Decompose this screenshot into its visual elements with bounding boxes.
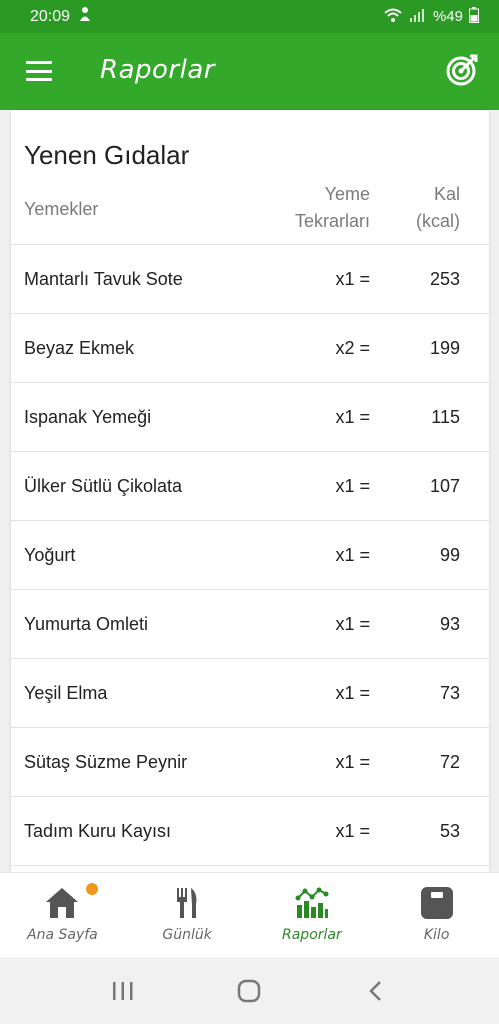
food-calories: 99 xyxy=(439,545,460,565)
column-header-repetitions: Yeme Tekrarları xyxy=(295,181,370,235)
signal-icon xyxy=(409,7,427,27)
food-calories: 73 xyxy=(439,683,460,703)
nav-daily[interactable]: Günlük xyxy=(125,873,250,957)
nav-daily-label: Günlük xyxy=(162,927,212,943)
column-header-calories: Kal (kcal) xyxy=(416,181,460,235)
goal-target-button[interactable] xyxy=(445,53,479,87)
food-repetition: x1 = xyxy=(335,545,370,565)
food-row[interactable]: Ülker Sütlü Çikolata x1 = 107 xyxy=(11,452,489,521)
food-repetition: x1 = xyxy=(335,752,370,772)
menu-icon-line xyxy=(26,69,52,73)
status-bar: 20:09 %49 xyxy=(0,0,499,33)
battery-icon xyxy=(469,6,479,27)
chart-icon xyxy=(295,887,329,918)
menu-icon-line xyxy=(26,61,52,64)
nav-weight-label: Kilo xyxy=(423,927,450,943)
bottom-navigation: Ana Sayfa Günlük Raporlar Kilo xyxy=(0,872,499,957)
app-bar: Raporlar xyxy=(0,33,499,110)
nav-weight[interactable]: Kilo xyxy=(374,873,499,957)
column-header-repetitions-line1: Yeme xyxy=(324,184,370,204)
page-title: Raporlar xyxy=(100,55,215,85)
home-icon xyxy=(46,888,79,918)
food-row[interactable]: Yumurta Omleti x1 = 93 xyxy=(11,590,489,659)
food-repetition: x1 = xyxy=(335,821,370,841)
eaten-foods-card: Yenen Gıdalar Yemekler Yeme Tekrarları K… xyxy=(11,110,489,872)
notification-icon xyxy=(78,6,92,27)
food-repetition: x1 = xyxy=(335,683,370,703)
home-button[interactable] xyxy=(229,971,269,1011)
food-repetition: x1 = xyxy=(335,614,370,634)
column-header-calories-line1: Kal xyxy=(433,184,460,204)
food-calories: 115 xyxy=(431,407,460,427)
food-name: Ispanak Yemeği xyxy=(24,407,152,427)
card-title: Yenen Gıdalar xyxy=(24,140,190,170)
cutlery-icon xyxy=(177,888,197,918)
food-row[interactable]: Sütaş Süzme Peynir x1 = 72 xyxy=(11,728,489,797)
scale-icon xyxy=(420,887,453,919)
food-repetition: x1 = xyxy=(335,269,370,289)
column-header-calories-line2: (kcal) xyxy=(416,211,460,231)
food-repetition: x2 = xyxy=(335,338,370,358)
food-repetition: x1 = xyxy=(335,407,370,427)
menu-button[interactable] xyxy=(26,61,52,81)
food-row[interactable]: Yoğurt x1 = 99 xyxy=(11,521,489,590)
column-header-foods: Yemekler xyxy=(24,199,99,219)
food-row[interactable]: Yeşil Elma x1 = 73 xyxy=(11,659,489,728)
food-name: Tadım Kuru Kayısı xyxy=(24,821,172,841)
food-row[interactable]: Ispanak Yemeği x1 = 115 xyxy=(11,383,489,452)
nav-home-label: Ana Sayfa xyxy=(27,927,98,943)
nav-home[interactable]: Ana Sayfa xyxy=(0,873,125,957)
food-name: Yeşil Elma xyxy=(24,683,108,703)
food-calories: 107 xyxy=(429,476,460,496)
wifi-icon xyxy=(383,7,403,27)
food-row[interactable]: Tadım Kuru Kayısı x1 = 53 xyxy=(11,797,489,866)
recent-apps-button[interactable] xyxy=(103,971,143,1011)
food-name: Yumurta Omleti xyxy=(24,614,149,634)
food-name: Yoğurt xyxy=(24,545,76,565)
menu-icon-line xyxy=(26,78,52,81)
system-navigation-bar xyxy=(0,957,499,1024)
food-name: Sütaş Süzme Peynir xyxy=(24,752,188,772)
back-chevron-icon xyxy=(369,980,381,1001)
recent-apps-icon xyxy=(113,981,133,1000)
food-calories: 72 xyxy=(439,752,460,772)
food-repetition: x1 = xyxy=(335,476,370,496)
food-calories: 199 xyxy=(429,338,460,358)
nav-reports-label: Raporlar xyxy=(282,927,342,943)
food-list[interactable]: Mantarlı Tavuk Sote x1 = 253 Beyaz Ekmek x2… xyxy=(11,245,489,866)
food-calories: 253 xyxy=(429,269,460,289)
back-button[interactable] xyxy=(356,971,396,1011)
battery-percent: %49 xyxy=(432,8,463,25)
food-name: Beyaz Ekmek xyxy=(24,338,135,358)
food-row[interactable]: Beyaz Ekmek x2 = 199 xyxy=(11,314,489,383)
food-calories: 93 xyxy=(439,614,460,634)
notification-badge xyxy=(86,883,98,895)
food-name: Mantarlı Tavuk Sote xyxy=(24,269,183,289)
target-icon xyxy=(446,54,478,86)
home-circle-icon xyxy=(238,979,261,1002)
food-name: Ülker Sütlü Çikolata xyxy=(24,476,183,496)
column-header-repetitions-line2: Tekrarları xyxy=(294,211,370,231)
food-row[interactable]: Mantarlı Tavuk Sote x1 = 253 xyxy=(11,245,489,314)
status-time: 20:09 xyxy=(30,7,71,25)
nav-reports[interactable]: Raporlar xyxy=(250,873,375,957)
food-calories: 53 xyxy=(439,821,460,841)
